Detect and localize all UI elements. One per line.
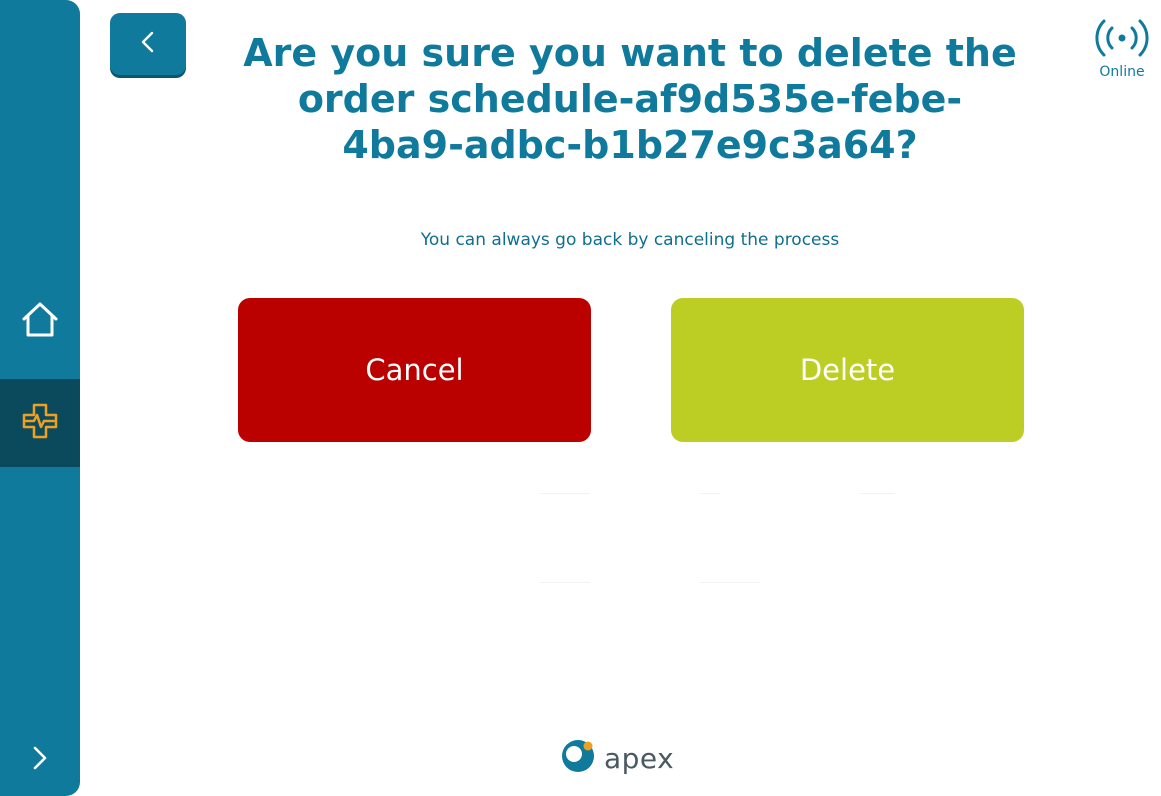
cancel-button[interactable]: Cancel [238,298,591,442]
status-label: Online [1099,64,1145,80]
chevron-left-icon [138,29,158,59]
faded-background-line [860,493,895,494]
brand-name: apex [604,741,675,775]
chevron-right-icon [28,744,52,776]
faded-background-line [700,493,720,494]
sidebar-expand-button[interactable] [0,730,80,790]
sidebar [0,0,80,796]
sidebar-item-medical[interactable] [0,379,80,467]
cancel-button-label: Cancel [365,353,464,387]
dialog-subtitle: You can always go back by canceling the … [420,230,840,250]
delete-button[interactable]: Delete [671,298,1024,442]
faded-background-line [700,582,760,583]
connection-status: Online [1090,18,1154,80]
faded-background-line [540,493,590,494]
home-icon [20,299,60,343]
apex-logo-icon [560,738,596,778]
sidebar-item-home[interactable] [0,290,80,352]
back-button[interactable] [110,13,186,75]
brand-logo: apex [560,738,674,778]
faded-background-line [540,582,590,583]
broadcast-signal-icon [1090,18,1154,62]
dialog-title: Are you sure you want to delete the orde… [243,31,1017,167]
medical-cross-icon [20,401,60,445]
delete-button-label: Delete [799,353,896,387]
